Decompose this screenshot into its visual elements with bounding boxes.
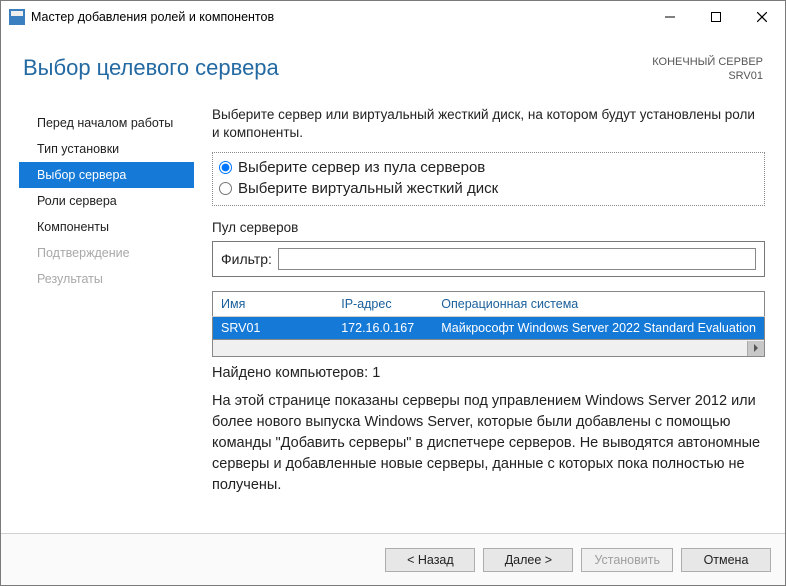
scroll-right-arrow-icon[interactable] bbox=[747, 341, 764, 356]
maximize-button[interactable] bbox=[693, 1, 739, 33]
selection-mode-group: Выберите сервер из пула серверов Выберит… bbox=[212, 152, 765, 206]
back-button[interactable]: < Назад bbox=[385, 548, 475, 572]
col-os[interactable]: Операционная система bbox=[433, 292, 764, 317]
sidebar-step-4[interactable]: Компоненты bbox=[19, 214, 194, 240]
window-controls bbox=[647, 1, 785, 33]
radio-label: Выберите виртуальный жесткий диск bbox=[238, 180, 498, 197]
window-title: Мастер добавления ролей и компонентов bbox=[31, 10, 274, 24]
next-button[interactable]: Далее > bbox=[483, 548, 573, 572]
wizard-body: Перед началом работыТип установкиВыбор с… bbox=[1, 94, 785, 533]
filter-label: Фильтр: bbox=[221, 251, 272, 267]
table-row[interactable]: SRV01172.16.0.167Майкрософт Windows Serv… bbox=[213, 317, 765, 340]
cell-ip: 172.16.0.167 bbox=[333, 317, 433, 340]
found-count: Найдено компьютеров: 1 bbox=[212, 365, 765, 381]
filter-box: Фильтр: bbox=[212, 241, 765, 277]
server-pool-label: Пул серверов bbox=[212, 220, 765, 235]
col-name[interactable]: Имя bbox=[213, 292, 334, 317]
sidebar-step-1[interactable]: Тип установки bbox=[19, 136, 194, 162]
radio-virtual-disk[interactable]: Выберите виртуальный жесткий диск bbox=[219, 178, 758, 199]
destination-label: КОНЕЧНЫЙ СЕРВЕР bbox=[652, 55, 763, 69]
radio-server-pool[interactable]: Выберите сервер из пула серверов bbox=[219, 157, 758, 178]
cancel-button[interactable]: Отмена bbox=[681, 548, 771, 572]
server-table[interactable]: Имя IP-адрес Операционная система SRV011… bbox=[212, 291, 765, 340]
instruction-text: Выберите сервер или виртуальный жесткий … bbox=[212, 106, 765, 142]
table-horizontal-scrollbar[interactable] bbox=[212, 340, 765, 357]
radio-virtual-disk-input[interactable] bbox=[219, 182, 232, 195]
titlebar: Мастер добавления ролей и компонентов bbox=[1, 1, 785, 33]
close-button[interactable] bbox=[739, 1, 785, 33]
wizard-footer: < Назад Далее > Установить Отмена bbox=[1, 533, 785, 585]
page-description: На этой странице показаны серверы под уп… bbox=[212, 391, 765, 496]
install-button[interactable]: Установить bbox=[581, 548, 673, 572]
cell-os: Майкрософт Windows Server 2022 Standard … bbox=[433, 317, 764, 340]
main-panel: Выберите сервер или виртуальный жесткий … bbox=[194, 104, 767, 525]
sidebar-step-0[interactable]: Перед началом работы bbox=[19, 110, 194, 136]
sidebar-step-5: Подтверждение bbox=[19, 240, 194, 266]
app-icon bbox=[9, 9, 25, 25]
sidebar-step-3[interactable]: Роли сервера bbox=[19, 188, 194, 214]
wizard-steps-sidebar: Перед началом работыТип установкиВыбор с… bbox=[19, 104, 194, 525]
destination-value: SRV01 bbox=[652, 69, 763, 83]
page-title: Выбор целевого сервера bbox=[23, 55, 279, 81]
sidebar-step-2[interactable]: Выбор сервера bbox=[19, 162, 194, 188]
radio-server-pool-input[interactable] bbox=[219, 161, 232, 174]
col-ip[interactable]: IP-адрес bbox=[333, 292, 433, 317]
header: Выбор целевого сервера КОНЕЧНЫЙ СЕРВЕР S… bbox=[1, 33, 785, 94]
wizard-dialog: Мастер добавления ролей и компонентов Вы… bbox=[0, 0, 786, 586]
radio-label: Выберите сервер из пула серверов bbox=[238, 159, 485, 176]
sidebar-step-6: Результаты bbox=[19, 266, 194, 292]
cell-name: SRV01 bbox=[213, 317, 334, 340]
destination-info: КОНЕЧНЫЙ СЕРВЕР SRV01 bbox=[652, 55, 763, 84]
minimize-button[interactable] bbox=[647, 1, 693, 33]
filter-input[interactable] bbox=[278, 248, 756, 270]
